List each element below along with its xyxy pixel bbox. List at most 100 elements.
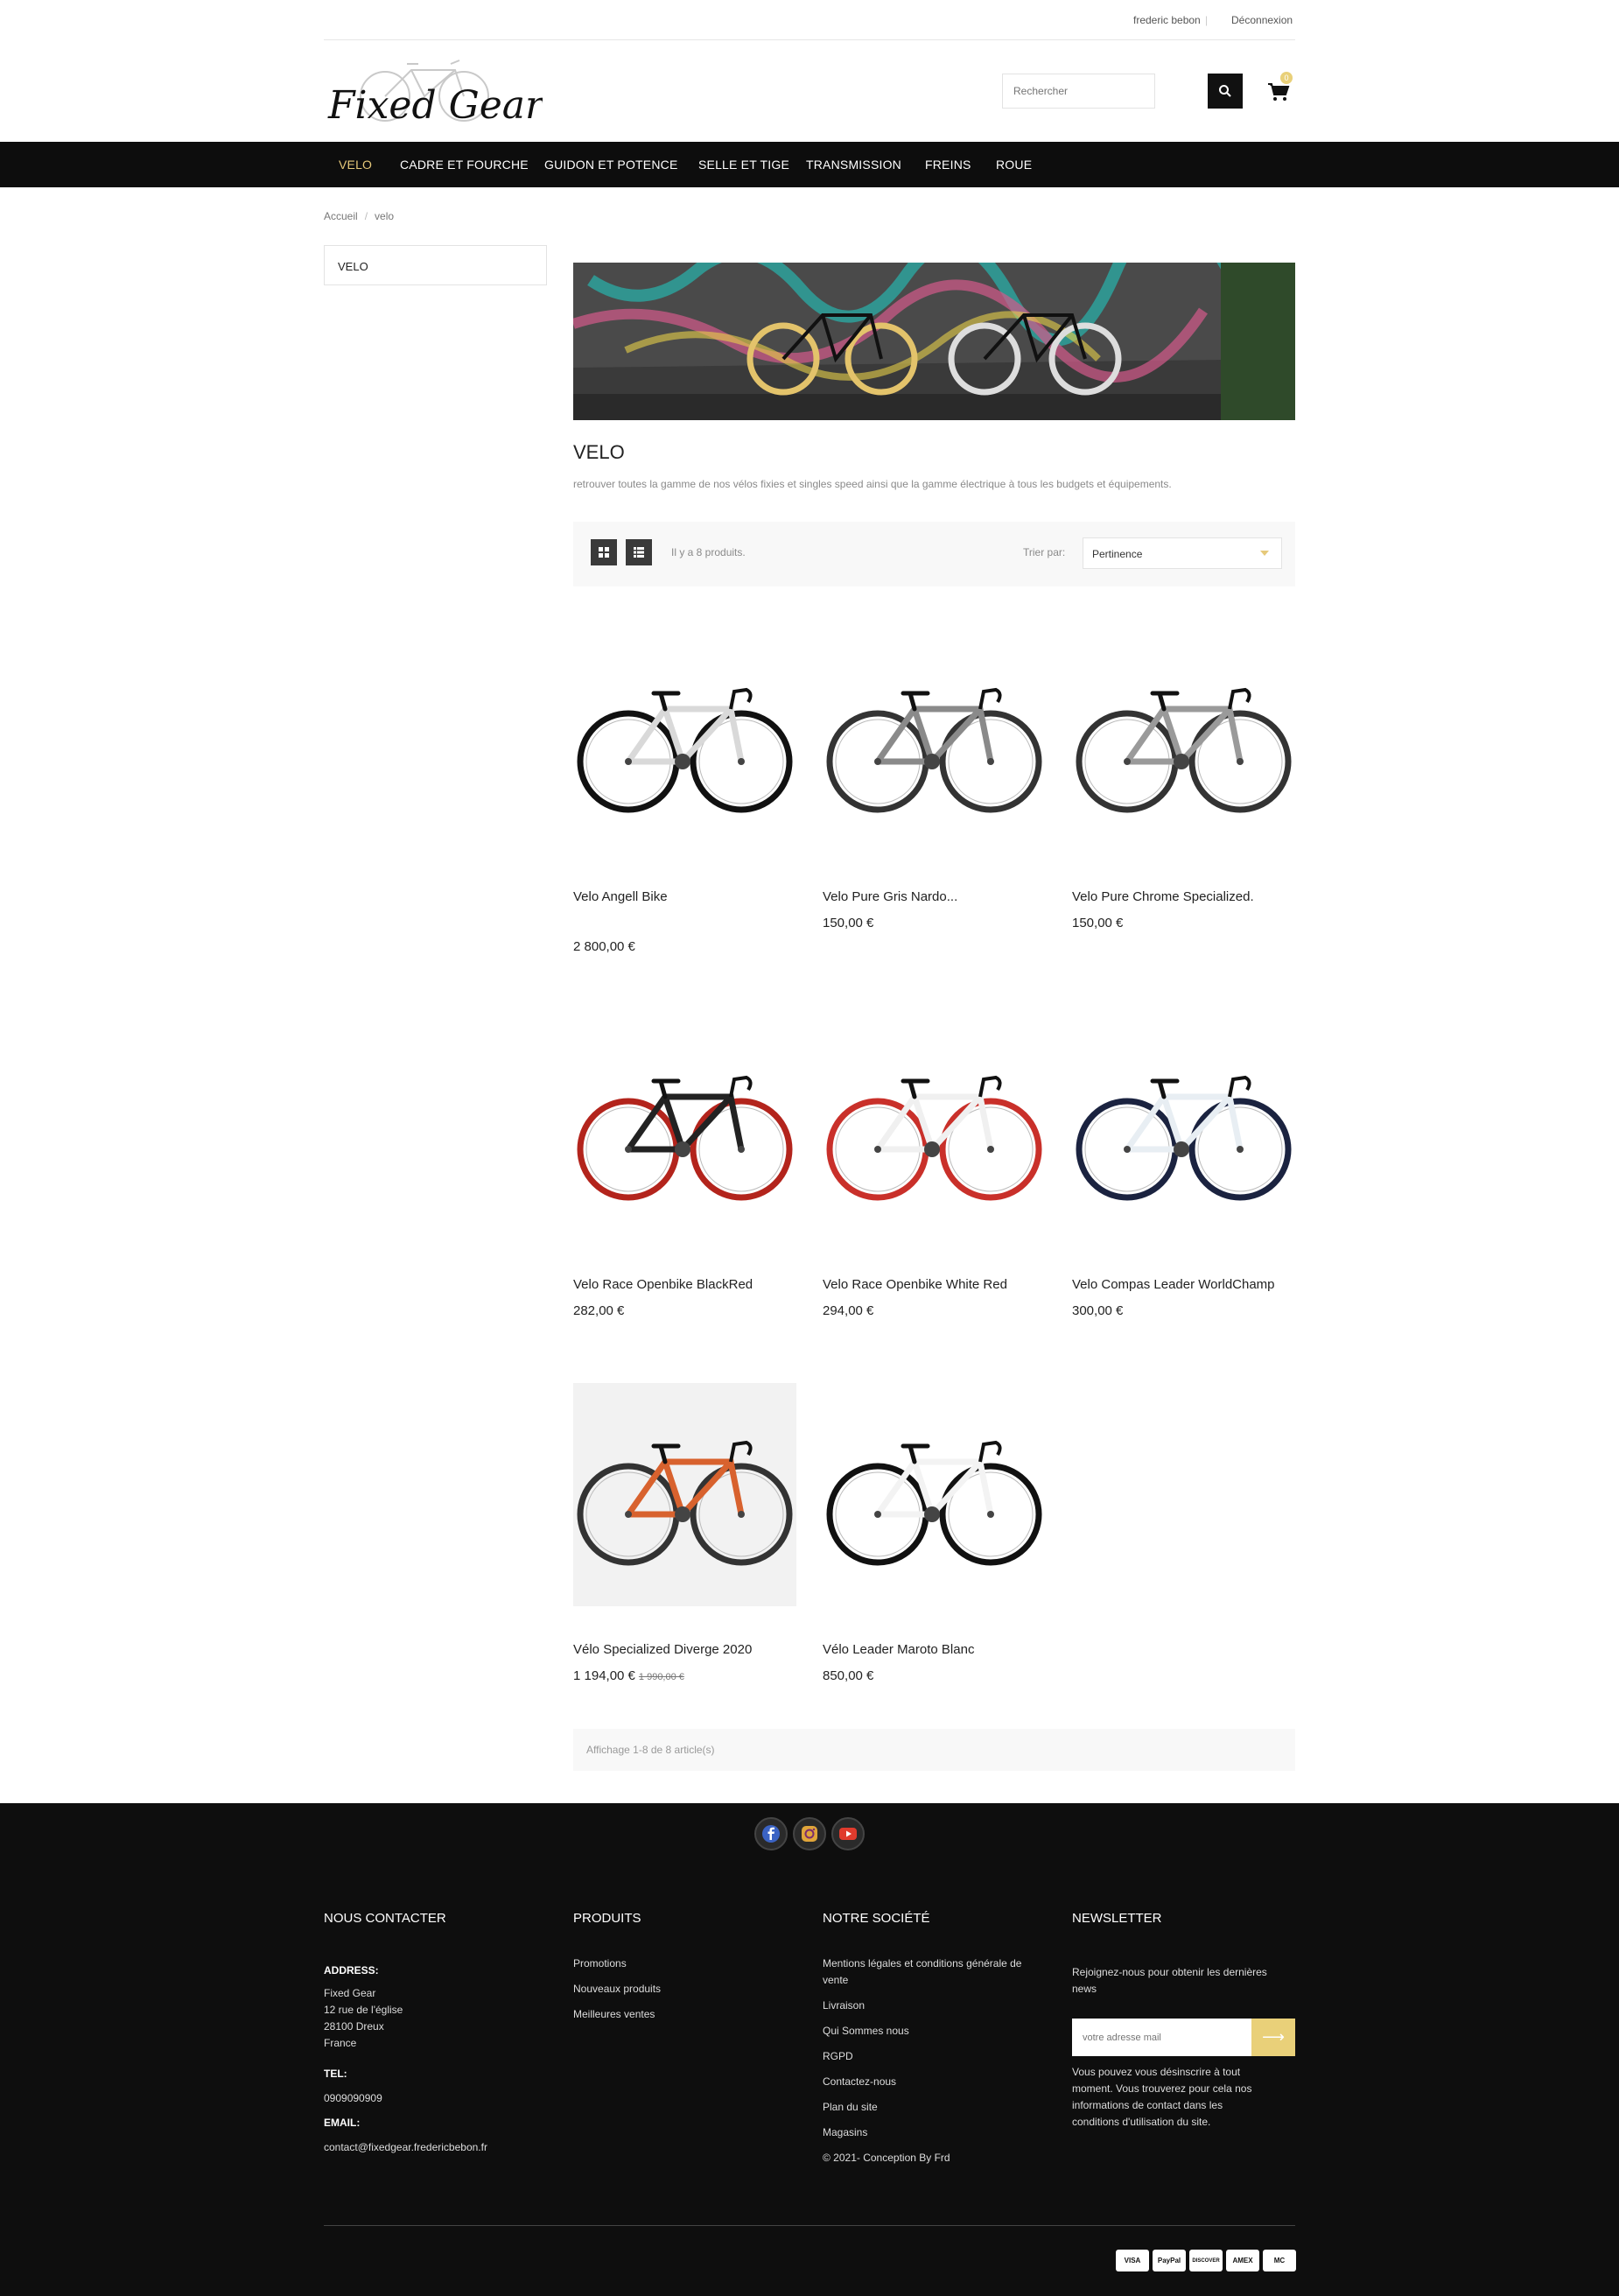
nav-item-roue[interactable]: ROUE [996, 158, 1032, 172]
address-line: France [324, 2037, 357, 2049]
product-name[interactable]: Velo Race Openbike BlackRed [573, 1277, 753, 1292]
nav-item-guidon-et-potence[interactable]: GUIDON ET POTENCE [544, 158, 678, 172]
product-name[interactable]: Vélo Leader Maroto Blanc [823, 1642, 974, 1657]
product-name[interactable]: Velo Race Openbike White Red [823, 1277, 1007, 1292]
address-block: Fixed Gear 12 rue de l'église 28100 Dreu… [324, 1985, 403, 2052]
footer-link-legal-cont[interactable]: vente [823, 1974, 848, 1986]
newsletter-intro-line: Rejoignez-nous pour obtenir les dernière… [1072, 1966, 1267, 1978]
product-image[interactable] [1072, 630, 1295, 853]
footer-link-stores[interactable]: Magasins [823, 2126, 867, 2138]
breadcrumb-current: velo [375, 210, 395, 222]
visa-icon: VISA [1116, 2250, 1149, 2271]
product-image[interactable] [823, 630, 1046, 853]
address-line: Fixed Gear [324, 1987, 376, 1999]
footer-divider [324, 2225, 1295, 2226]
tel-value[interactable]: 0909090909 [324, 2092, 382, 2104]
nav-item-cadre-et-fourche[interactable]: CADRE ET FOURCHE [400, 158, 529, 172]
address-line: 12 rue de l'église [324, 2004, 403, 2016]
newsletter-submit-button[interactable]: ⟶ [1251, 2019, 1295, 2056]
newsletter-note-line: Vous pouvez vous désinscrire à tout [1072, 2066, 1241, 2078]
amex-icon: AMEX [1226, 2250, 1259, 2271]
category-description: retrouver toutes la gamme de nos vélos f… [573, 478, 1172, 490]
newsletter-note: Vous pouvez vous désinscrire à tout mome… [1072, 2064, 1251, 2131]
grid-view-button[interactable] [591, 539, 617, 565]
sort-label: Trier par: [1023, 546, 1066, 558]
product-current-price: 850,00 € [823, 1668, 874, 1683]
newsletter-note-line: moment. Vous trouverez pour cela nos [1072, 2082, 1252, 2095]
product-current-price: 294,00 € [823, 1303, 874, 1318]
product-image[interactable] [573, 1018, 796, 1241]
user-name-link[interactable]: frederic bebon [1133, 14, 1201, 26]
sort-bar: Il y a 8 produits. Trier par: Pertinence [573, 522, 1295, 586]
footer-link-legal[interactable]: Mentions légales et conditions générale … [823, 1957, 1021, 1970]
footer-copyright: © 2021- Conception By Frd [823, 2152, 950, 2164]
newsletter-note-line: informations de contact dans les [1072, 2099, 1223, 2111]
sort-selected-value: Pertinence [1092, 548, 1143, 560]
footer-link-best-sales[interactable]: Meilleures ventes [573, 2008, 655, 2020]
product-current-price: 150,00 € [1072, 916, 1124, 930]
chevron-down-icon [1260, 551, 1269, 556]
site-logo[interactable]: Fixed Gear [324, 48, 546, 136]
footer [0, 1803, 1619, 2296]
list-icon [634, 547, 644, 558]
product-name[interactable]: Velo Pure Gris Nardo... [823, 889, 957, 904]
product-price: 150,00 € [823, 916, 873, 930]
main-nav: VELO CADRE ET FOURCHE GUIDON ET POTENCE … [0, 142, 1619, 187]
product-price: 150,00 € [1072, 916, 1123, 930]
product-name[interactable]: Vélo Specialized Diverge 2020 [573, 1642, 752, 1657]
youtube-icon[interactable] [831, 1817, 865, 1850]
address-line: 28100 Dreux [324, 2020, 384, 2033]
product-current-price: 2 800,00 € [573, 939, 635, 954]
product-price: 1 194,00 €1 990,00 € [573, 1668, 684, 1683]
product-image[interactable] [573, 1383, 796, 1606]
nav-item-velo[interactable]: VELO [339, 158, 372, 172]
tel-label: TEL: [324, 2068, 347, 2080]
product-name[interactable]: Velo Pure Chrome Specialized. [1072, 889, 1254, 904]
email-label: EMAIL: [324, 2117, 361, 2129]
product-image[interactable] [573, 630, 796, 853]
discover-icon: DISCOVER [1189, 2250, 1223, 2271]
footer-link-contact[interactable]: Contactez-nous [823, 2075, 896, 2088]
search-input[interactable] [1002, 74, 1155, 109]
product-name[interactable]: Velo Compas Leader WorldChamp [1072, 1277, 1275, 1292]
product-image[interactable] [823, 1018, 1046, 1241]
sort-select[interactable]: Pertinence [1083, 537, 1282, 569]
search-icon [1219, 85, 1231, 97]
product-image[interactable] [1072, 1018, 1295, 1241]
product-current-price: 150,00 € [823, 916, 874, 930]
product-price: 282,00 € [573, 1303, 624, 1318]
list-view-button[interactable] [626, 539, 652, 565]
footer-newsletter-title: NEWSLETTER [1072, 1911, 1162, 1926]
search-button[interactable] [1208, 74, 1243, 109]
footer-link-promotions[interactable]: Promotions [573, 1957, 627, 1970]
newsletter-email-input[interactable] [1072, 2019, 1251, 2056]
product-name[interactable]: Velo Angell Bike [573, 889, 668, 904]
sidebar-category-velo[interactable]: VELO [324, 245, 547, 285]
footer-link-new-products[interactable]: Nouveaux produits [573, 1983, 661, 1995]
breadcrumb-home[interactable]: Accueil [324, 210, 358, 222]
email-value[interactable]: contact@fixedgear.fredericbebon.fr [324, 2141, 487, 2153]
footer-contact-title: NOUS CONTACTER [324, 1911, 446, 1926]
footer-company-title: NOTRE SOCIÉTÉ [823, 1911, 930, 1926]
logout-link[interactable]: Déconnexion [1231, 14, 1293, 26]
logo-text: Fixed Gear [327, 83, 543, 128]
product-image[interactable] [823, 1383, 1046, 1606]
footer-link-about[interactable]: Qui Sommes nous [823, 2025, 909, 2037]
product-price: 294,00 € [823, 1303, 873, 1318]
nav-item-transmission[interactable]: TRANSMISSION [806, 158, 901, 172]
product-price: 2 800,00 € [573, 939, 635, 954]
breadcrumb: Accueil / velo [324, 210, 394, 222]
nav-item-freins[interactable]: FREINS [925, 158, 971, 172]
mastercard-icon: MC [1263, 2250, 1296, 2271]
product-current-price: 1 194,00 € [573, 1668, 635, 1683]
nav-item-selle-et-tige[interactable]: SELLE ET TIGE [698, 158, 789, 172]
product-current-price: 282,00 € [573, 1303, 625, 1318]
footer-link-rgpd[interactable]: RGPD [823, 2050, 853, 2062]
instagram-icon[interactable] [793, 1817, 826, 1850]
footer-link-delivery[interactable]: Livraison [823, 1999, 865, 2012]
category-banner-image [573, 263, 1295, 420]
facebook-icon[interactable] [754, 1817, 788, 1850]
pagination-summary: Affichage 1-8 de 8 article(s) [573, 1729, 1295, 1771]
footer-link-sitemap[interactable]: Plan du site [823, 2101, 878, 2113]
product-old-price: 1 990,00 € [638, 1672, 684, 1682]
